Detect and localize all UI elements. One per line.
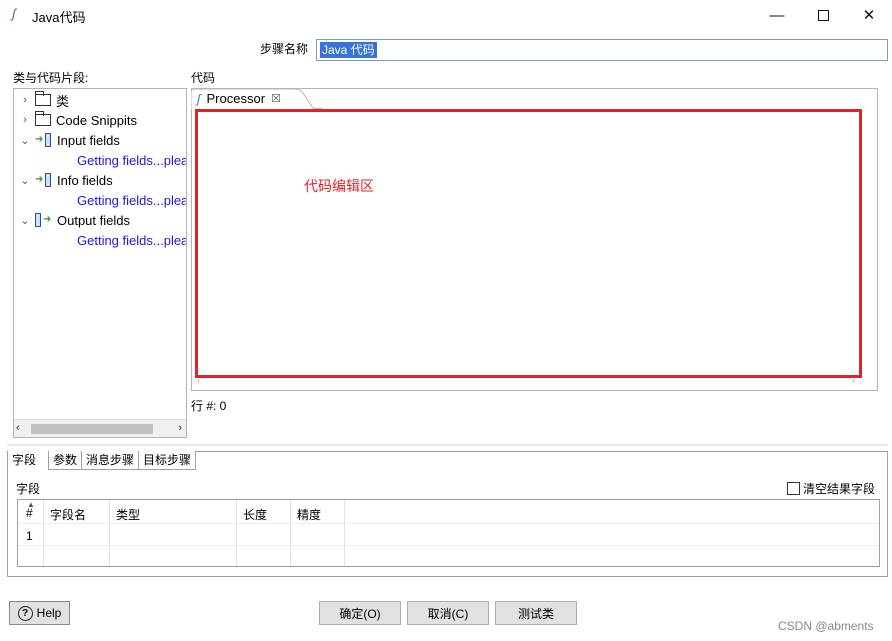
test-class-button-label: 测试类: [517, 606, 554, 621]
checkbox-icon[interactable]: [787, 482, 800, 495]
column-header: #: [26, 506, 33, 520]
column-header: 字段名: [50, 508, 87, 522]
watermark: CSDN @abments: [778, 619, 874, 633]
bottom-tabs: 字段 参数 消息步骤 目标步骤: [8, 451, 197, 470]
window-title: Java代码: [32, 10, 86, 25]
input-fields-icon: ➜: [35, 133, 53, 147]
scroll-left-icon[interactable]: ‹: [197, 375, 200, 385]
fields-table[interactable]: ▲ # 1 字段名 类型 长度 精度: [17, 499, 880, 567]
title-bar: ʃ Java代码 — ✕: [0, 0, 892, 30]
minimize-button[interactable]: —: [754, 0, 800, 30]
maximize-icon: [817, 9, 829, 21]
tab-fields[interactable]: 字段: [8, 451, 50, 470]
chevron-down-icon[interactable]: ⌄: [18, 214, 32, 227]
tab-target-steps[interactable]: 目标步骤: [139, 451, 197, 470]
tree-item-label: Getting fields...plea: [77, 232, 187, 248]
tree-item-input-fields[interactable]: ⌄ ➜ Input fields: [18, 130, 120, 150]
help-icon: ?: [17, 605, 33, 621]
checkbox-label: 清空结果字段: [803, 482, 876, 496]
cancel-button[interactable]: 取消(C): [407, 601, 489, 625]
test-class-button[interactable]: 测试类: [495, 601, 577, 625]
tree-item-info-fields[interactable]: ⌄ ➜ Info fields: [18, 170, 113, 190]
scrollbar-thumb[interactable]: [31, 424, 153, 434]
column-type[interactable]: 类型: [110, 500, 237, 566]
close-button[interactable]: ✕: [846, 0, 892, 30]
column-header: 类型: [116, 508, 141, 522]
step-name-label: 步骤名称: [260, 42, 309, 56]
clear-result-fields-checkbox[interactable]: 清空结果字段: [787, 480, 875, 497]
tab-label: Processor: [206, 91, 266, 106]
output-fields-icon: ➜: [35, 213, 53, 227]
tree-item-label: Getting fields...plea: [77, 152, 187, 168]
java-script-icon: ʃ: [12, 6, 16, 21]
chevron-down-icon[interactable]: ⌄: [18, 174, 32, 187]
column-header: 精度: [297, 508, 322, 522]
java-script-icon: ʃ: [197, 91, 201, 106]
ok-button[interactable]: 确定(O): [319, 601, 401, 625]
help-button[interactable]: ? Help: [9, 601, 70, 625]
folder-icon: [35, 91, 51, 106]
tab-info-steps[interactable]: 消息步骤: [82, 451, 140, 470]
tab-processor[interactable]: ʃ Processor ☒: [191, 88, 323, 110]
tree-item-getting-fields[interactable]: Getting fields...plea: [77, 190, 187, 210]
panel-separator[interactable]: [7, 444, 888, 446]
column-index: # 1: [18, 500, 44, 566]
fields-label: 字段: [16, 482, 41, 496]
row-number: 1: [26, 529, 33, 543]
chevron-right-icon[interactable]: ›: [18, 94, 32, 106]
tree-item-code-snippits[interactable]: › Code Snippits: [18, 110, 137, 130]
tree-item-label: Info fields: [57, 172, 113, 188]
column-header: 长度: [243, 508, 268, 522]
tree-horizontal-scrollbar[interactable]: ‹ ›: [14, 419, 186, 437]
cancel-button-label: 取消(C): [427, 606, 469, 621]
tree-item-classes[interactable]: › 类: [18, 90, 69, 110]
tree-item-label: 类: [56, 93, 70, 109]
scroll-right-icon[interactable]: ›: [178, 422, 182, 434]
header-divider: [18, 523, 879, 524]
snippet-tree[interactable]: › 类 › Code Snippits ⌄ ➜ Input fields Get…: [13, 88, 187, 438]
code-label: 代码: [191, 71, 216, 85]
column-field-name[interactable]: 字段名: [44, 500, 110, 566]
help-button-label: Help: [36, 606, 62, 620]
scroll-left-icon[interactable]: ‹: [16, 422, 20, 434]
step-name-value: Java 代码: [320, 42, 377, 58]
chevron-right-icon[interactable]: ›: [18, 114, 32, 126]
folder-icon: [35, 111, 51, 126]
ok-button-label: 确定(O): [339, 606, 381, 621]
row-divider: [18, 545, 879, 546]
maximize-button[interactable]: [800, 0, 846, 30]
tree-item-label: Input fields: [57, 132, 120, 148]
chevron-down-icon[interactable]: ⌄: [18, 134, 32, 147]
close-icon[interactable]: ☒: [271, 92, 281, 105]
column-length[interactable]: 长度: [237, 500, 291, 566]
tree-item-output-fields[interactable]: ⌄ ➜ Output fields: [18, 210, 130, 230]
step-name-input[interactable]: Java 代码: [316, 39, 888, 61]
minimize-icon: —: [769, 6, 785, 24]
tree-item-label: Getting fields...plea: [77, 192, 187, 208]
code-editor-annotation: 代码编辑区: [304, 178, 374, 194]
column-precision[interactable]: 精度: [291, 500, 345, 566]
info-fields-icon: ➜: [35, 173, 53, 187]
tree-item-label: Code Snippits: [56, 112, 137, 128]
tree-item-label: Output fields: [57, 212, 130, 228]
line-number-status: 行 #: 0: [191, 399, 227, 413]
scroll-right-icon[interactable]: ›: [852, 375, 855, 385]
tree-item-getting-fields[interactable]: Getting fields...plea: [77, 230, 187, 250]
close-icon: ✕: [862, 7, 876, 24]
snippets-label: 类与代码片段:: [13, 71, 89, 85]
tree-item-getting-fields[interactable]: Getting fields...plea: [77, 150, 187, 170]
code-editor[interactable]: [195, 109, 862, 378]
tab-parameters[interactable]: 参数: [49, 451, 83, 470]
